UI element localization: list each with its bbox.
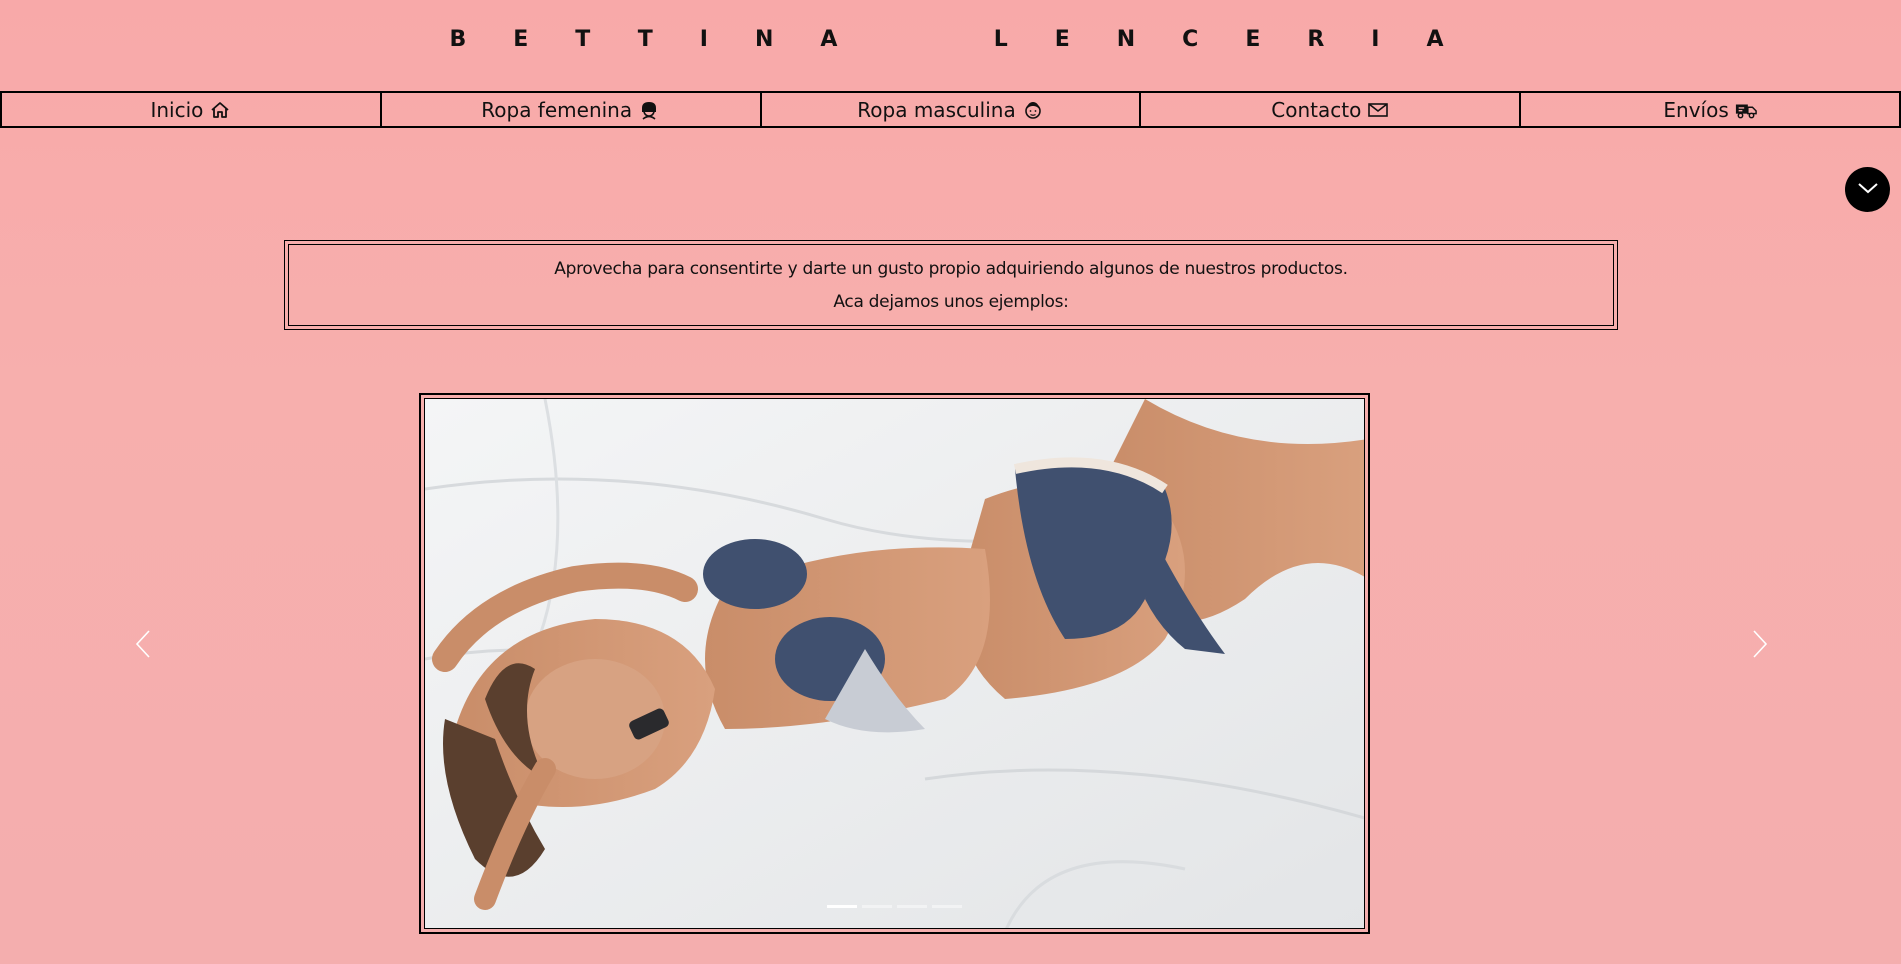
nav-item-contacto[interactable]: Contacto <box>1139 93 1519 126</box>
chevron-left-icon <box>135 629 151 663</box>
slider-dot[interactable] <box>897 905 927 908</box>
nav-item-ropa-femenina[interactable]: Ropa femenina <box>379 93 760 126</box>
promo-box: Aprovecha para consentirte y darte un gu… <box>284 240 1618 330</box>
site-header: BETTINA LENCERIA <box>0 0 1901 78</box>
nav-item-label: Ropa femenina <box>481 97 633 122</box>
nav-item-label: Envíos <box>1663 97 1729 122</box>
nav-item-label: Inicio <box>150 97 204 122</box>
truck-icon <box>1735 99 1757 121</box>
slider-dot[interactable] <box>932 905 962 908</box>
nav-item-ropa-masculina[interactable]: Ropa masculina <box>759 93 1140 126</box>
slider-dot[interactable] <box>862 905 892 908</box>
lingerie-model-photo <box>425 399 1364 928</box>
home-icon <box>209 99 231 121</box>
site-title: BETTINA LENCERIA <box>449 26 1491 52</box>
scroll-down-button[interactable] <box>1845 167 1890 212</box>
chevron-right-icon <box>1752 629 1768 663</box>
promo-subtext: Aca dejamos unos ejemplos: <box>833 291 1069 312</box>
product-slider <box>419 393 1370 934</box>
slider-next-button[interactable] <box>1745 626 1775 666</box>
mail-icon <box>1367 99 1389 121</box>
slide-image[interactable] <box>424 398 1365 929</box>
man-icon <box>1022 99 1044 121</box>
slider-dots <box>425 905 1364 908</box>
woman-icon <box>638 99 660 121</box>
main-nav: Inicio Ropa femenina Ropa masculina Cont… <box>0 91 1901 128</box>
nav-item-envios[interactable]: Envíos <box>1519 93 1901 126</box>
nav-item-label: Ropa masculina <box>857 97 1016 122</box>
slider-dot[interactable] <box>827 905 857 908</box>
nav-item-label: Contacto <box>1271 97 1362 122</box>
promo-inner: Aprovecha para consentirte y darte un gu… <box>288 244 1614 326</box>
nav-item-inicio[interactable]: Inicio <box>0 93 380 126</box>
promo-text: Aprovecha para consentirte y darte un gu… <box>554 258 1348 279</box>
chevron-down-icon <box>1856 180 1880 199</box>
slider-prev-button[interactable] <box>128 626 158 666</box>
